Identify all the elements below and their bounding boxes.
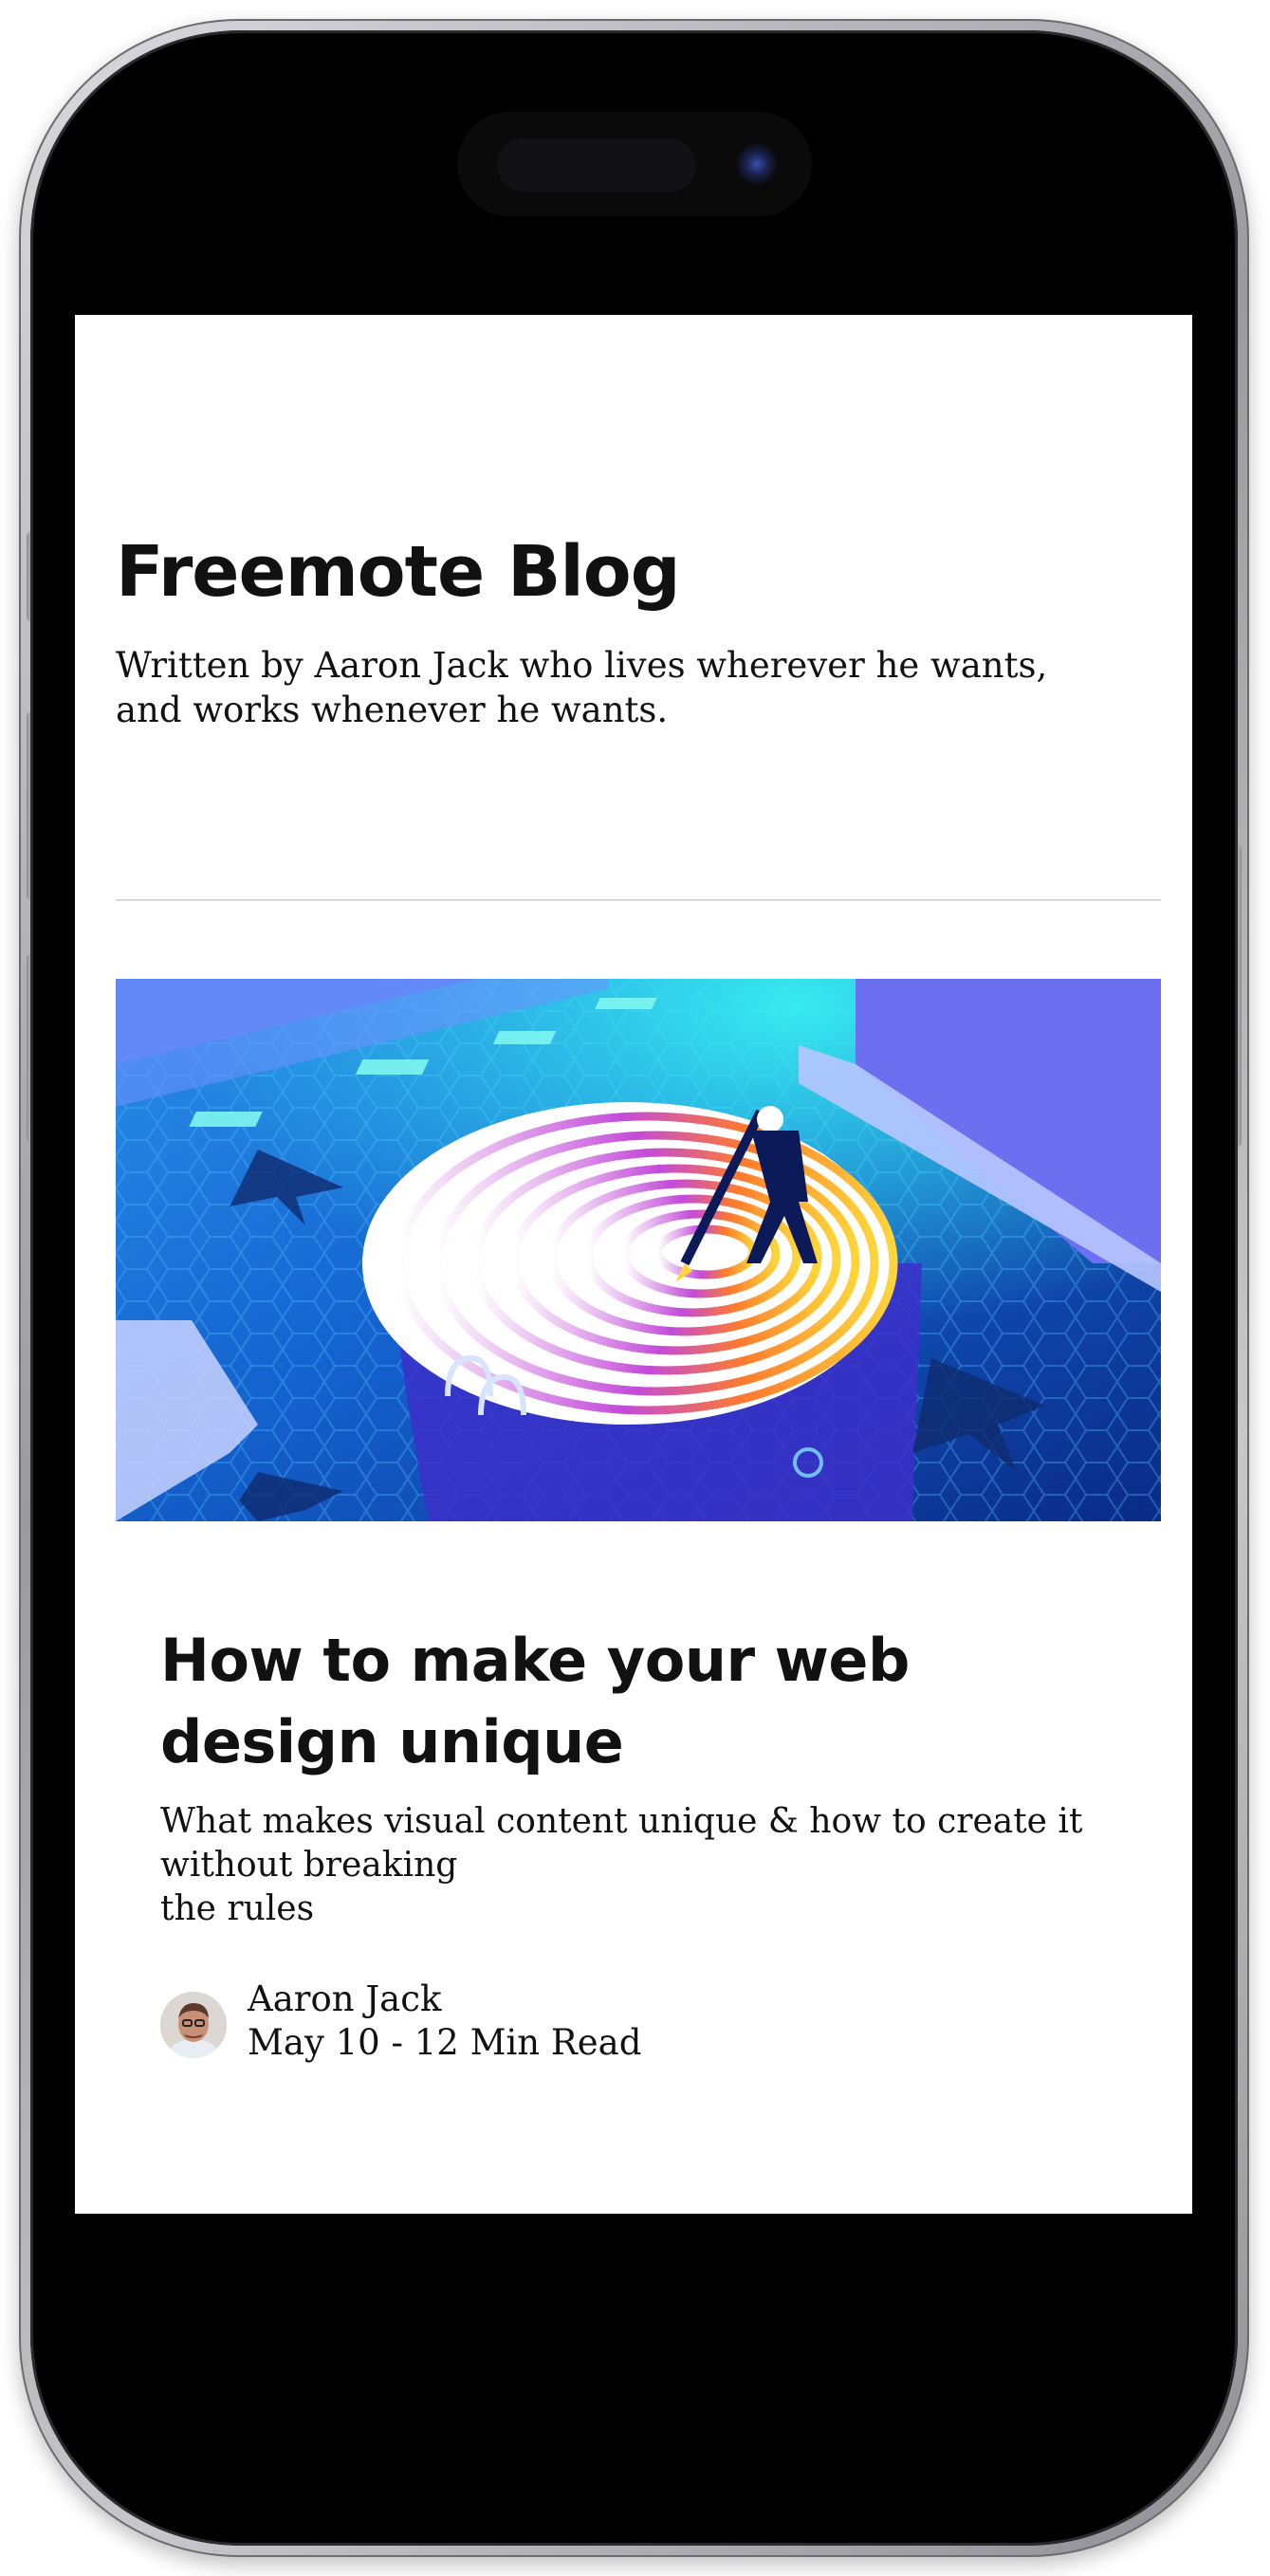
blog-title: Freemote Blog — [116, 531, 681, 613]
post-description-line: the rules — [160, 1889, 315, 1928]
fingerprint-pool-illustration — [116, 979, 1161, 1521]
author-avatar — [160, 1992, 227, 2058]
divider — [116, 899, 1161, 901]
post-hero-image[interactable] — [116, 979, 1161, 1521]
author-row: Aaron Jack May 10 - 12 Min Read — [160, 1978, 919, 2073]
post-meta: May 10 - 12 Min Read — [248, 2022, 641, 2063]
post-title[interactable]: How to make your web design unique — [160, 1620, 1147, 1783]
meta-separator: - — [391, 2022, 403, 2063]
island-sensor — [497, 138, 696, 192]
front-camera-icon — [736, 143, 778, 185]
author-name[interactable]: Aaron Jack — [248, 1978, 441, 2019]
post-date: May 10 — [248, 2022, 380, 2063]
post-description: What makes visual content unique & how t… — [160, 1800, 1147, 1931]
dynamic-island — [457, 112, 812, 216]
post-description-line: What makes visual content unique & how t… — [160, 1802, 1083, 1841]
read-time: 12 Min Read — [414, 2022, 642, 2063]
screen: Freemote Blog Written by Aaron Jack who … — [75, 315, 1192, 2214]
post-description-line: without breaking — [160, 1846, 458, 1885]
blog-subtitle: Written by Aaron Jack who lives wherever… — [116, 645, 1048, 730]
avatar-icon — [160, 1992, 227, 2058]
